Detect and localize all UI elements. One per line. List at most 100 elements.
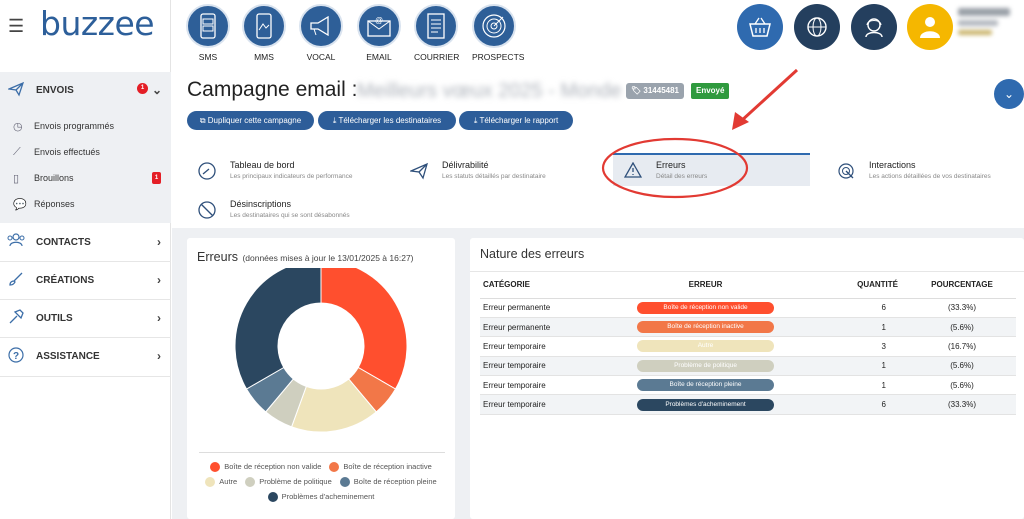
chevron-right-icon[interactable]: ›	[157, 349, 161, 363]
legend-item[interactable]: Boîte de réception pleine	[339, 477, 437, 488]
sidebar-item-envois-effectues[interactable]: ⟋ Envois effectués	[0, 140, 171, 164]
legend-label: Problème de politique	[259, 477, 332, 486]
legend-dot	[205, 477, 216, 488]
basket-icon[interactable]	[737, 4, 783, 50]
tab-title: Délivrabilité	[442, 160, 489, 170]
clock-icon: ◷	[13, 120, 23, 133]
toolbar-label: COURRIER	[414, 52, 460, 62]
support-icon[interactable]	[851, 4, 897, 50]
error-table: CATÉGORIE ERREUR QUANTITÉ POURCENTAGE Er…	[480, 272, 1016, 415]
legend-label: Problèmes d'acheminement	[281, 492, 375, 501]
sidebar-item-assistance[interactable]: ? ASSISTANCE ›	[0, 342, 171, 370]
sms-icon	[186, 4, 230, 48]
category-cell: Erreur permanente	[480, 317, 613, 338]
column-header: POURCENTAGE	[908, 272, 1016, 299]
legend-dot	[329, 462, 340, 473]
toolbar-label: MMS	[254, 52, 274, 62]
tab-tableau-de-bord[interactable]: Tableau de bord Les principaux indicateu…	[187, 155, 387, 189]
percentage-cell: (16.7%)	[908, 336, 1016, 357]
page-title: Campagne email :	[187, 78, 358, 101]
panel-title: Nature des erreurs	[480, 247, 585, 261]
gauge-icon	[197, 162, 217, 182]
toolbar-prospects-button[interactable]: PROSPECTS	[472, 4, 525, 62]
chevron-right-icon[interactable]: ›	[157, 273, 161, 287]
sidebar-item-outils[interactable]: OUTILS ›	[0, 304, 171, 332]
quantity-cell: 1	[798, 317, 908, 338]
tab-title: Interactions	[869, 160, 916, 170]
percentage-cell: (5.6%)	[908, 317, 1016, 338]
legend-item[interactable]: Problème de politique	[245, 477, 332, 488]
paper-plane-icon	[408, 162, 429, 182]
user-icon[interactable]	[907, 4, 953, 50]
sidebar-item-brouillons[interactable]: ▯ Brouillons 1	[0, 166, 171, 190]
table-row: Erreur temporaire Boîte de réception plei…	[480, 375, 1016, 396]
column-header: QUANTITÉ	[798, 272, 908, 299]
toolbar-email-button[interactable]: @ EMAIL	[357, 4, 401, 62]
category-cell: Erreur temporaire	[480, 336, 613, 357]
toolbar-sms-button[interactable]: SMS	[186, 4, 230, 62]
sidebar-item-reponses[interactable]: 💬 Réponses	[0, 192, 171, 216]
user-account-info[interactable]	[958, 8, 1018, 40]
campaign-name: Meilleurs vœux 2025 - Monde	[357, 80, 622, 102]
chevron-down-icon[interactable]: ⌄	[994, 79, 1024, 109]
toolbar-label: EMAIL	[366, 52, 392, 62]
legend-item[interactable]: Boîte de réception inactive	[329, 462, 432, 473]
legend-dot	[339, 477, 350, 488]
sidebar-item-envois[interactable]: ENVOIS 1 ⌄	[0, 72, 171, 108]
tab-desc: Les actions détaillées de vos destinatai…	[869, 173, 991, 180]
legend-label: Boîte de réception inactive	[343, 462, 432, 471]
legend-item[interactable]: Problèmes d'acheminement	[267, 492, 375, 503]
legend-item[interactable]: Autre	[205, 477, 237, 488]
email-icon: @	[357, 4, 401, 48]
click-target-icon	[836, 162, 856, 182]
table-row: Erreur temporaire Problème de politique 1(…	[480, 356, 1016, 377]
column-header: ERREUR	[613, 272, 798, 299]
quantity-cell: 6	[798, 394, 908, 415]
legend-item[interactable]: Boîte de réception non valide	[210, 462, 321, 473]
toolbar-courrier-button[interactable]: COURRIER	[414, 4, 460, 62]
file-icon: ▯	[13, 172, 20, 185]
sidebar-item-label: Réponses	[34, 199, 75, 209]
tab-delivrabilite[interactable]: Délivrabilité Les statuts détaillés par …	[399, 155, 599, 189]
sidebar-item-label: CRÉATIONS	[36, 274, 95, 286]
sidebar-item-creations[interactable]: CRÉATIONS ›	[0, 266, 171, 294]
document-icon	[414, 4, 458, 48]
table-row: Erreur permanente Boîte de réception non …	[480, 298, 1016, 318]
sidebar-item-envois-programmes[interactable]: ◷ Envois programmés	[0, 114, 171, 138]
table-row: Erreur temporaire Autre 3 (16.7%)	[480, 336, 1016, 357]
download-recipients-button[interactable]: ⤓ Télécharger les destinataires	[318, 111, 456, 130]
users-icon	[7, 233, 25, 251]
chevron-right-icon[interactable]: ›	[157, 311, 161, 325]
chevron-down-icon[interactable]: ⌄	[152, 83, 162, 97]
sidebar-item-contacts[interactable]: CONTACTS ›	[0, 228, 171, 256]
annotation-arrow	[738, 68, 799, 124]
toolbar-vocal-button[interactable]: VOCAL	[299, 4, 343, 62]
button-label: Télécharger le rapport	[479, 116, 559, 125]
hammer-icon	[7, 309, 25, 327]
error-pill: Problème de politique	[637, 359, 774, 372]
toolbar-mms-button[interactable]: MMS	[242, 4, 286, 62]
chart-legend: Boîte de réception non valide Boîte de ré…	[187, 458, 455, 503]
duplicate-campaign-button[interactable]: ⧉ Dupliquer cette campagne	[187, 111, 314, 130]
legend-label: Boîte de réception pleine	[353, 477, 437, 486]
svg-text:?: ?	[13, 351, 19, 362]
tab-desc: Les principaux indicateurs de performanc…	[230, 173, 353, 180]
legend-row: Autre Problème de politique Boîte de récep…	[187, 473, 455, 488]
download-report-button[interactable]: ⤓ Télécharger le rapport	[459, 111, 573, 130]
legend-dot	[210, 462, 221, 473]
annotation-overlay	[601, 68, 799, 199]
donut-slice[interactable]	[234, 268, 322, 390]
error-cell: Autre	[613, 336, 798, 357]
percentage-cell: (5.6%)	[908, 375, 1016, 396]
quantity-cell: 6	[798, 298, 908, 318]
chevron-right-icon[interactable]: ›	[157, 235, 161, 249]
tab-interactions[interactable]: Interactions Les actions détaillées de v…	[826, 155, 1022, 189]
menu-icon[interactable]: ☰	[8, 16, 24, 37]
tab-title: Tableau de bord	[230, 160, 295, 170]
logo: buzzee	[40, 4, 155, 43]
toolbar-label: PROSPECTS	[472, 52, 525, 62]
target-icon	[472, 4, 516, 48]
legend-dot	[267, 492, 278, 503]
tab-desinscriptions[interactable]: Désinscriptions Les destinataires qui se…	[187, 194, 387, 228]
globe-icon[interactable]	[794, 4, 840, 50]
